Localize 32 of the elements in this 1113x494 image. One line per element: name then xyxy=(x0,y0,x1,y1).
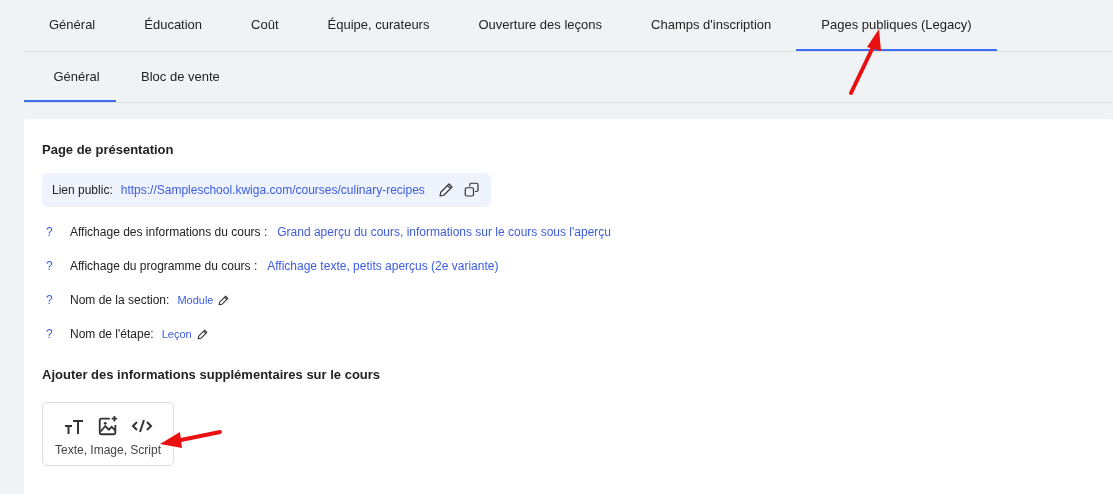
tab[interactable]: Champs d'inscription xyxy=(627,0,797,51)
tab[interactable]: Coût xyxy=(227,0,304,51)
tab[interactable]: Équipe, curateurs xyxy=(303,0,455,51)
setting-value-link[interactable]: Leçon xyxy=(161,328,192,340)
setting-label: Affichage des informations du cours : xyxy=(70,225,268,239)
edit-icon[interactable] xyxy=(436,181,455,199)
setting-label: Nom de la section: xyxy=(70,293,170,307)
help-icon[interactable]: ? xyxy=(42,225,60,239)
edit-icon[interactable] xyxy=(217,293,231,307)
setting-label: Nom de l'étape: xyxy=(70,327,154,341)
tab[interactable]: Éducation xyxy=(120,0,228,51)
section-title: Page de présentation xyxy=(42,142,175,157)
tab[interactable]: Ouverture des leçons xyxy=(454,0,628,51)
setting-label: Affichage du programme du cours : xyxy=(70,259,258,273)
setting-value-link[interactable]: Module xyxy=(177,294,214,306)
block-label: Texte, Image, Script xyxy=(55,443,162,457)
setting-value-link[interactable]: Grand aperçu du cours, informations sur le cours sous l'aperçu xyxy=(277,225,612,239)
help-icon[interactable]: ? xyxy=(42,259,60,273)
copy-icon[interactable] xyxy=(462,181,481,199)
section-title: Ajouter des informations supplémentaires sur le cours xyxy=(42,367,382,382)
subtab[interactable]: Général xyxy=(24,52,116,102)
edit-icon[interactable] xyxy=(195,327,209,341)
public-link[interactable]: https://Sampleschool.kwiga.com/courses/culinary-recipes xyxy=(120,183,425,197)
add-content-block[interactable]: Texte, Image, Script xyxy=(42,402,175,466)
help-icon[interactable]: ? xyxy=(42,293,60,307)
subtab[interactable]: Bloc de vente xyxy=(116,52,233,102)
help-icon[interactable]: ? xyxy=(42,327,60,341)
setting-value-link[interactable]: Affichage texte, petits aperçus (2e variante) xyxy=(267,259,499,273)
add-image-icon xyxy=(97,415,119,437)
code-icon xyxy=(131,418,153,434)
tab[interactable]: Général xyxy=(24,0,121,51)
public-link-label: Lien public: xyxy=(52,183,113,197)
